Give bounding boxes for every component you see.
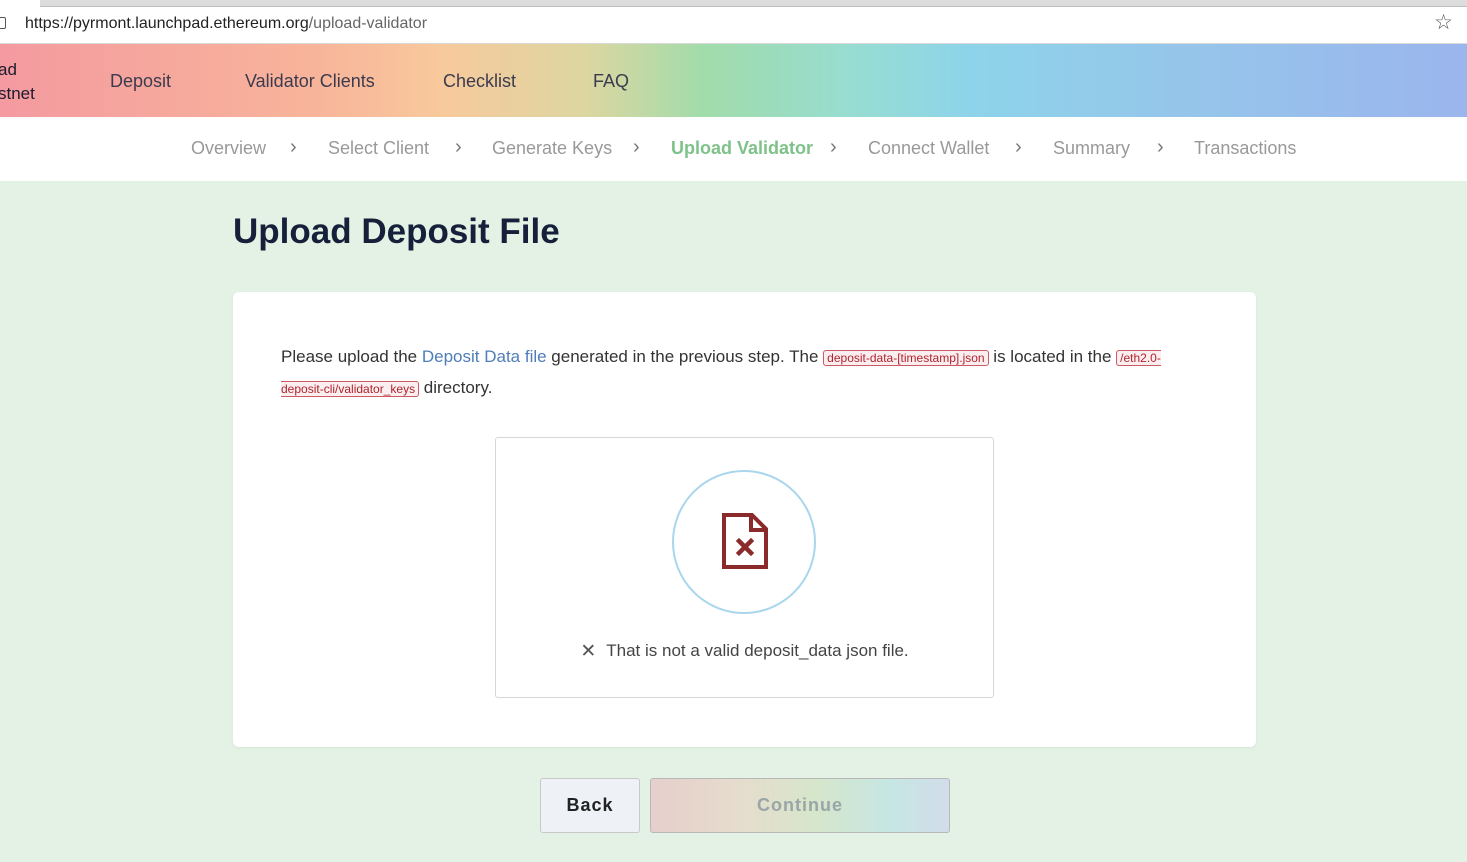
file-dropzone[interactable]: ✕ That is not a valid deposit_data json f…	[495, 437, 994, 698]
brand-line-2: stnet	[0, 84, 35, 103]
nav-item-checklist[interactable]: Checklist	[443, 71, 516, 92]
step-generate-keys[interactable]: Generate Keys	[492, 138, 612, 159]
url-text[interactable]: https://pyrmont.launchpad.ethereum.org/u…	[25, 15, 427, 33]
brand-line-1: ad	[0, 60, 17, 79]
chevron-right-icon: ›	[1015, 136, 1022, 158]
chevron-right-icon: ›	[633, 136, 640, 158]
url-host: https://pyrmont.launchpad.ethereum.org	[25, 15, 309, 32]
upload-error: ✕ That is not a valid deposit_data json f…	[496, 640, 993, 663]
browser-tab-strip	[40, 0, 1467, 7]
chevron-right-icon: ›	[1157, 136, 1164, 158]
filename-code: deposit-data-[timestamp].json	[823, 350, 989, 366]
nav-item-deposit[interactable]: Deposit	[110, 71, 171, 92]
error-message: That is not a valid deposit_data json fi…	[606, 641, 909, 660]
browser-url-bar[interactable]: https://pyrmont.launchpad.ethereum.org/u…	[0, 0, 1467, 44]
file-x-icon	[722, 513, 768, 569]
step-connect-wallet[interactable]: Connect Wallet	[868, 138, 989, 159]
step-summary[interactable]: Summary	[1053, 138, 1130, 159]
url-path: /upload-validator	[308, 15, 428, 32]
step-overview[interactable]: Overview	[191, 138, 266, 159]
step-select-client[interactable]: Select Client	[328, 138, 429, 159]
chevron-right-icon: ›	[455, 136, 462, 158]
lock-icon	[0, 17, 6, 29]
file-status-circle	[672, 470, 816, 614]
upload-instructions: Please upload the Deposit Data file gene…	[281, 342, 1161, 404]
continue-button[interactable]: Continue	[650, 778, 950, 833]
deposit-data-link[interactable]: Deposit Data file	[422, 347, 547, 366]
step-upload-validator[interactable]: Upload Validator	[671, 138, 813, 159]
star-icon[interactable]: ☆	[1434, 10, 1453, 35]
instructions-prefix: Please upload the	[281, 347, 422, 366]
nav-item-validator-clients[interactable]: Validator Clients	[245, 71, 375, 92]
close-icon: ✕	[580, 641, 597, 662]
step-transactions[interactable]: Transactions	[1194, 138, 1296, 159]
nav-item-faq[interactable]: FAQ	[593, 71, 629, 92]
brand-logo-text[interactable]: ad stnet	[0, 58, 35, 106]
instructions-suffix: directory.	[419, 378, 493, 397]
progress-stepper: Overview › Select Client › Generate Keys…	[0, 117, 1467, 181]
upload-card: Please upload the Deposit Data file gene…	[233, 292, 1256, 747]
top-navigation: ad stnet Deposit Validator Clients Check…	[0, 44, 1467, 117]
back-button[interactable]: Back	[540, 778, 640, 833]
page-title: Upload Deposit File	[233, 212, 560, 251]
instructions-mid: generated in the previous step. The	[546, 347, 824, 366]
instructions-mid2: is located in the	[988, 347, 1117, 366]
chevron-right-icon: ›	[290, 136, 297, 158]
chevron-right-icon: ›	[830, 136, 837, 158]
